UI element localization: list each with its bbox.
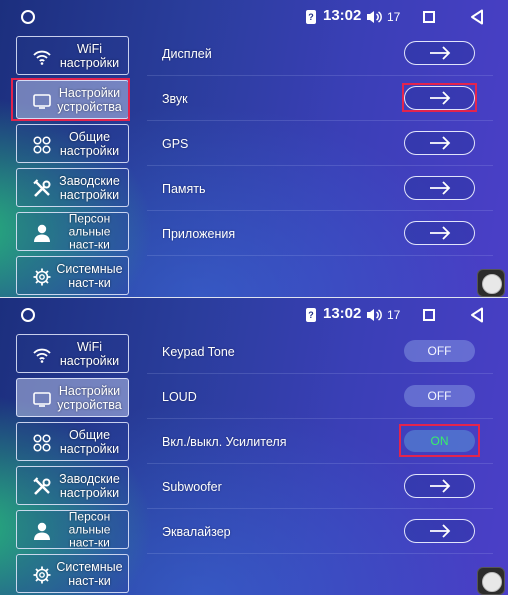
person-icon: [34, 224, 50, 242]
grid-icon: [33, 136, 51, 154]
subwoofer-arrow-button[interactable]: [404, 474, 475, 498]
row-divider: [147, 255, 493, 256]
gear-icon: [33, 566, 51, 584]
grid-icon: [33, 434, 51, 452]
gps-arrow-button[interactable]: [404, 131, 475, 155]
sound-settings-screen: ? 13:02 17 WiFi настройки Настройки устр…: [0, 298, 508, 595]
gear-icon: [33, 268, 51, 286]
highlight-sound-arrow: [402, 83, 477, 112]
highlight-device-settings: [11, 78, 130, 121]
row-label: Приложения: [162, 226, 236, 241]
display-arrow-button[interactable]: [404, 41, 475, 65]
sidebar-item-label: Заводские настройки: [59, 471, 120, 500]
keypad-tone-toggle[interactable]: OFF: [404, 340, 475, 362]
volume-level: 17: [387, 308, 401, 322]
sidebar-item-general[interactable]: Общие настройки: [16, 422, 129, 461]
sidebar-item-label: Настройки устройства: [57, 383, 122, 412]
sidebar-item-system[interactable]: Системные наст-ки: [16, 554, 129, 593]
recent-apps-icon[interactable]: [423, 11, 435, 23]
clock: 13:02: [323, 305, 362, 322]
recent-apps-icon[interactable]: [423, 309, 435, 321]
row-divider: [147, 553, 493, 554]
tools-icon: [33, 179, 51, 197]
row-label: Subwoofer: [162, 479, 222, 494]
sidebar-item-label: Заводские настройки: [59, 173, 120, 202]
home-circle-icon[interactable]: [21, 308, 35, 322]
row-label: Keypad Tone: [162, 344, 235, 359]
status-bar: ? 13:02 17: [0, 298, 508, 332]
signal-icon: ?: [306, 10, 316, 24]
sidebar-item-device[interactable]: Настройки устройства: [16, 378, 129, 417]
sidebar-item-wifi[interactable]: WiFi настройки: [16, 36, 129, 75]
sidebar-item-label: Системные наст-ки: [56, 261, 123, 290]
row-label: LOUD: [162, 389, 197, 404]
sidebar-item-factory[interactable]: Заводские настройки: [16, 466, 129, 505]
arrow-right-icon: [430, 136, 451, 150]
sidebar-item-system[interactable]: Системные наст-ки: [16, 256, 129, 295]
wifi-icon: [33, 50, 51, 65]
menu-row-apps[interactable]: Приложения: [147, 211, 493, 256]
status-bar: ? 13:02 17: [0, 0, 508, 34]
sidebar-item-label: Персон альные наст-ки: [68, 211, 111, 251]
sidebar-item-factory[interactable]: Заводские настройки: [16, 168, 129, 207]
device-settings-screen: ? 13:02 17 WiFi настройки Настройки устр…: [0, 0, 508, 297]
volume-icon[interactable]: [366, 307, 382, 323]
monitor-icon: [33, 392, 51, 407]
arrow-right-icon: [430, 226, 451, 240]
row-label: Дисплей: [162, 46, 212, 61]
sidebar-item-wifi[interactable]: WiFi настройки: [16, 334, 129, 373]
arrow-right-icon: [430, 46, 451, 60]
assistive-touch-button[interactable]: [477, 269, 505, 297]
sidebar-item-label: Системные наст-ки: [56, 559, 123, 588]
tools-icon: [33, 477, 51, 495]
arrow-right-icon: [430, 524, 451, 538]
sidebar-item-label: Общие настройки: [59, 427, 120, 456]
menu-row-keypad-tone[interactable]: Keypad Tone OFF: [147, 329, 493, 374]
row-label: Эквалайзер: [162, 524, 231, 539]
arrow-right-icon: [430, 181, 451, 195]
row-label: Вкл./выкл. Усилителя: [162, 434, 287, 449]
loud-toggle[interactable]: OFF: [404, 385, 475, 407]
menu-row-memory[interactable]: Память: [147, 166, 493, 211]
equalizer-arrow-button[interactable]: [404, 519, 475, 543]
menu-row-loud[interactable]: LOUD OFF: [147, 374, 493, 419]
menu-row-equalizer[interactable]: Эквалайзер: [147, 509, 493, 554]
sidebar-item-label: Общие настройки: [59, 129, 120, 158]
back-icon[interactable]: [470, 307, 484, 323]
sidebar-item-label: Персон альные наст-ки: [68, 509, 111, 549]
back-icon[interactable]: [470, 9, 484, 25]
memory-arrow-button[interactable]: [404, 176, 475, 200]
sidebar-item-personal[interactable]: Персон альные наст-ки: [16, 510, 129, 549]
assistive-touch-button[interactable]: [477, 567, 505, 595]
person-icon: [34, 522, 50, 540]
home-circle-icon[interactable]: [21, 10, 35, 24]
highlight-amplifier-toggle: [399, 424, 480, 457]
sidebar-item-general[interactable]: Общие настройки: [16, 124, 129, 163]
wifi-icon: [33, 348, 51, 363]
row-label: GPS: [162, 136, 189, 151]
sidebar-item-label: WiFi настройки: [59, 339, 120, 368]
volume-icon[interactable]: [366, 9, 382, 25]
menu-row-gps[interactable]: GPS: [147, 121, 493, 166]
apps-arrow-button[interactable]: [404, 221, 475, 245]
arrow-right-icon: [430, 479, 451, 493]
menu-row-subwoofer[interactable]: Subwoofer: [147, 464, 493, 509]
sidebar-item-label: WiFi настройки: [59, 41, 120, 70]
menu-row-display[interactable]: Дисплей: [147, 31, 493, 76]
signal-icon: ?: [306, 308, 316, 322]
sidebar-item-personal[interactable]: Персон альные наст-ки: [16, 212, 129, 251]
row-label: Память: [162, 181, 206, 196]
volume-level: 17: [387, 10, 401, 24]
clock: 13:02: [323, 7, 362, 24]
row-label: Звук: [162, 91, 188, 106]
